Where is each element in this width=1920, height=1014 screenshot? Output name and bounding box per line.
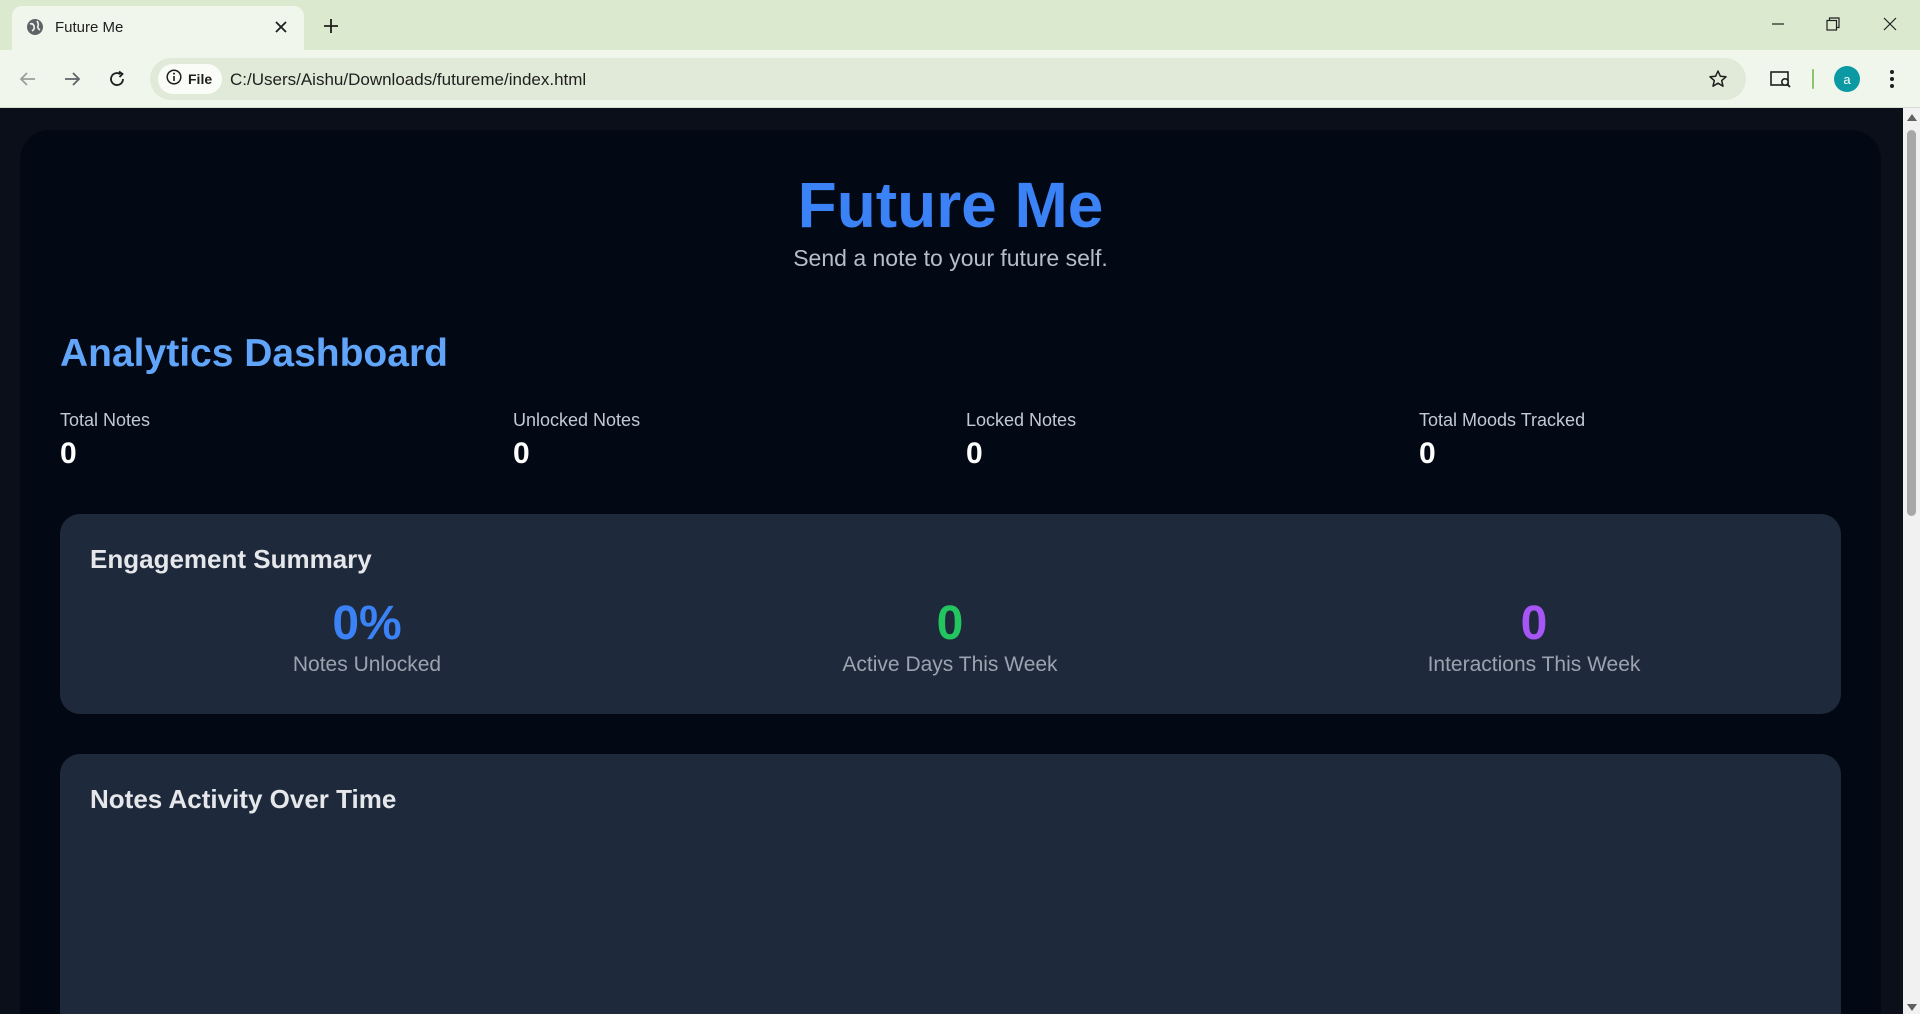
metric-label: Interactions This Week: [1427, 653, 1641, 676]
app-title: Future Me: [797, 169, 1104, 241]
browser-tab[interactable]: Future Me: [12, 6, 304, 50]
stat-label: Locked Notes: [966, 410, 1077, 430]
menu-kebab-icon[interactable]: [1876, 63, 1908, 95]
page-scrollbar[interactable]: [1903, 108, 1920, 1014]
metric-notes-unlocked: 0% Notes Unlocked: [167, 596, 567, 677]
stat-value: 0: [966, 437, 983, 470]
stat-value: 0: [513, 437, 530, 470]
url-text[interactable]: C:/Users/Aishu/Downloads/futureme/index.…: [230, 70, 586, 90]
tab-title: Future Me: [55, 19, 124, 36]
site-info-chip[interactable]: File: [158, 64, 223, 94]
forward-icon[interactable]: [56, 63, 88, 95]
stat-unlocked-notes: Unlocked Notes 0: [513, 410, 640, 471]
metric-label: Notes Unlocked: [292, 653, 442, 676]
metric-interactions: 0 Interactions This Week: [1334, 596, 1734, 677]
scroll-down-arrow-icon[interactable]: [1906, 1002, 1917, 1012]
stat-label: Unlocked Notes: [513, 410, 641, 430]
stat-value: 0: [1419, 437, 1436, 470]
notes-activity-title: Notes Activity Over Time: [90, 784, 397, 814]
tab-strip: Future Me: [0, 0, 1920, 50]
notes-activity-card: Notes Activity Over Time: [60, 754, 1841, 1014]
new-tab-icon[interactable]: [318, 13, 344, 39]
bookmark-star-icon[interactable]: [1706, 67, 1730, 91]
scroll-up-arrow-icon[interactable]: [1906, 112, 1917, 122]
app-container: Future Me Send a note to your future sel…: [20, 130, 1881, 1014]
reload-icon[interactable]: [101, 63, 133, 95]
close-window-icon[interactable]: [1874, 10, 1906, 38]
metric-value: 0: [1520, 597, 1548, 650]
globe-icon: [26, 18, 44, 36]
activity-chart-area: [90, 844, 1811, 1014]
info-icon: [166, 68, 182, 90]
minimize-icon[interactable]: [1762, 10, 1794, 38]
engagement-summary-title: Engagement Summary: [90, 544, 372, 574]
metric-active-days: 0 Active Days This Week: [750, 596, 1150, 677]
restore-icon[interactable]: [1817, 10, 1849, 38]
profile-avatar[interactable]: a: [1834, 66, 1860, 92]
site-info-label: File: [188, 71, 213, 87]
metric-label: Active Days This Week: [842, 653, 1058, 676]
stat-value: 0: [60, 437, 77, 470]
tab-search-icon[interactable]: [1765, 63, 1797, 95]
stat-total-notes: Total Notes 0: [60, 410, 150, 471]
browser-toolbar: File C:/Users/Aishu/Downloads/futureme/i…: [0, 50, 1920, 108]
address-bar[interactable]: File C:/Users/Aishu/Downloads/futureme/i…: [150, 58, 1746, 100]
stat-label: Total Moods Tracked: [1419, 410, 1586, 430]
metric-value: 0%: [332, 597, 402, 650]
back-icon[interactable]: [12, 63, 44, 95]
toolbar-divider: [1812, 69, 1814, 89]
analytics-dashboard-title: Analytics Dashboard: [60, 332, 448, 375]
page-viewport: Future Me Send a note to your future sel…: [0, 108, 1903, 1014]
engagement-summary-card: Engagement Summary 0% Notes Unlocked 0 A…: [60, 514, 1841, 714]
metric-value: 0: [936, 597, 964, 650]
scroll-thumb[interactable]: [1907, 130, 1916, 516]
stat-locked-notes: Locked Notes 0: [966, 410, 1076, 471]
app-tagline: Send a note to your future self.: [793, 245, 1108, 271]
stat-total-moods: Total Moods Tracked 0: [1419, 410, 1585, 471]
stat-label: Total Notes: [60, 410, 151, 430]
close-tab-icon[interactable]: [270, 16, 292, 38]
